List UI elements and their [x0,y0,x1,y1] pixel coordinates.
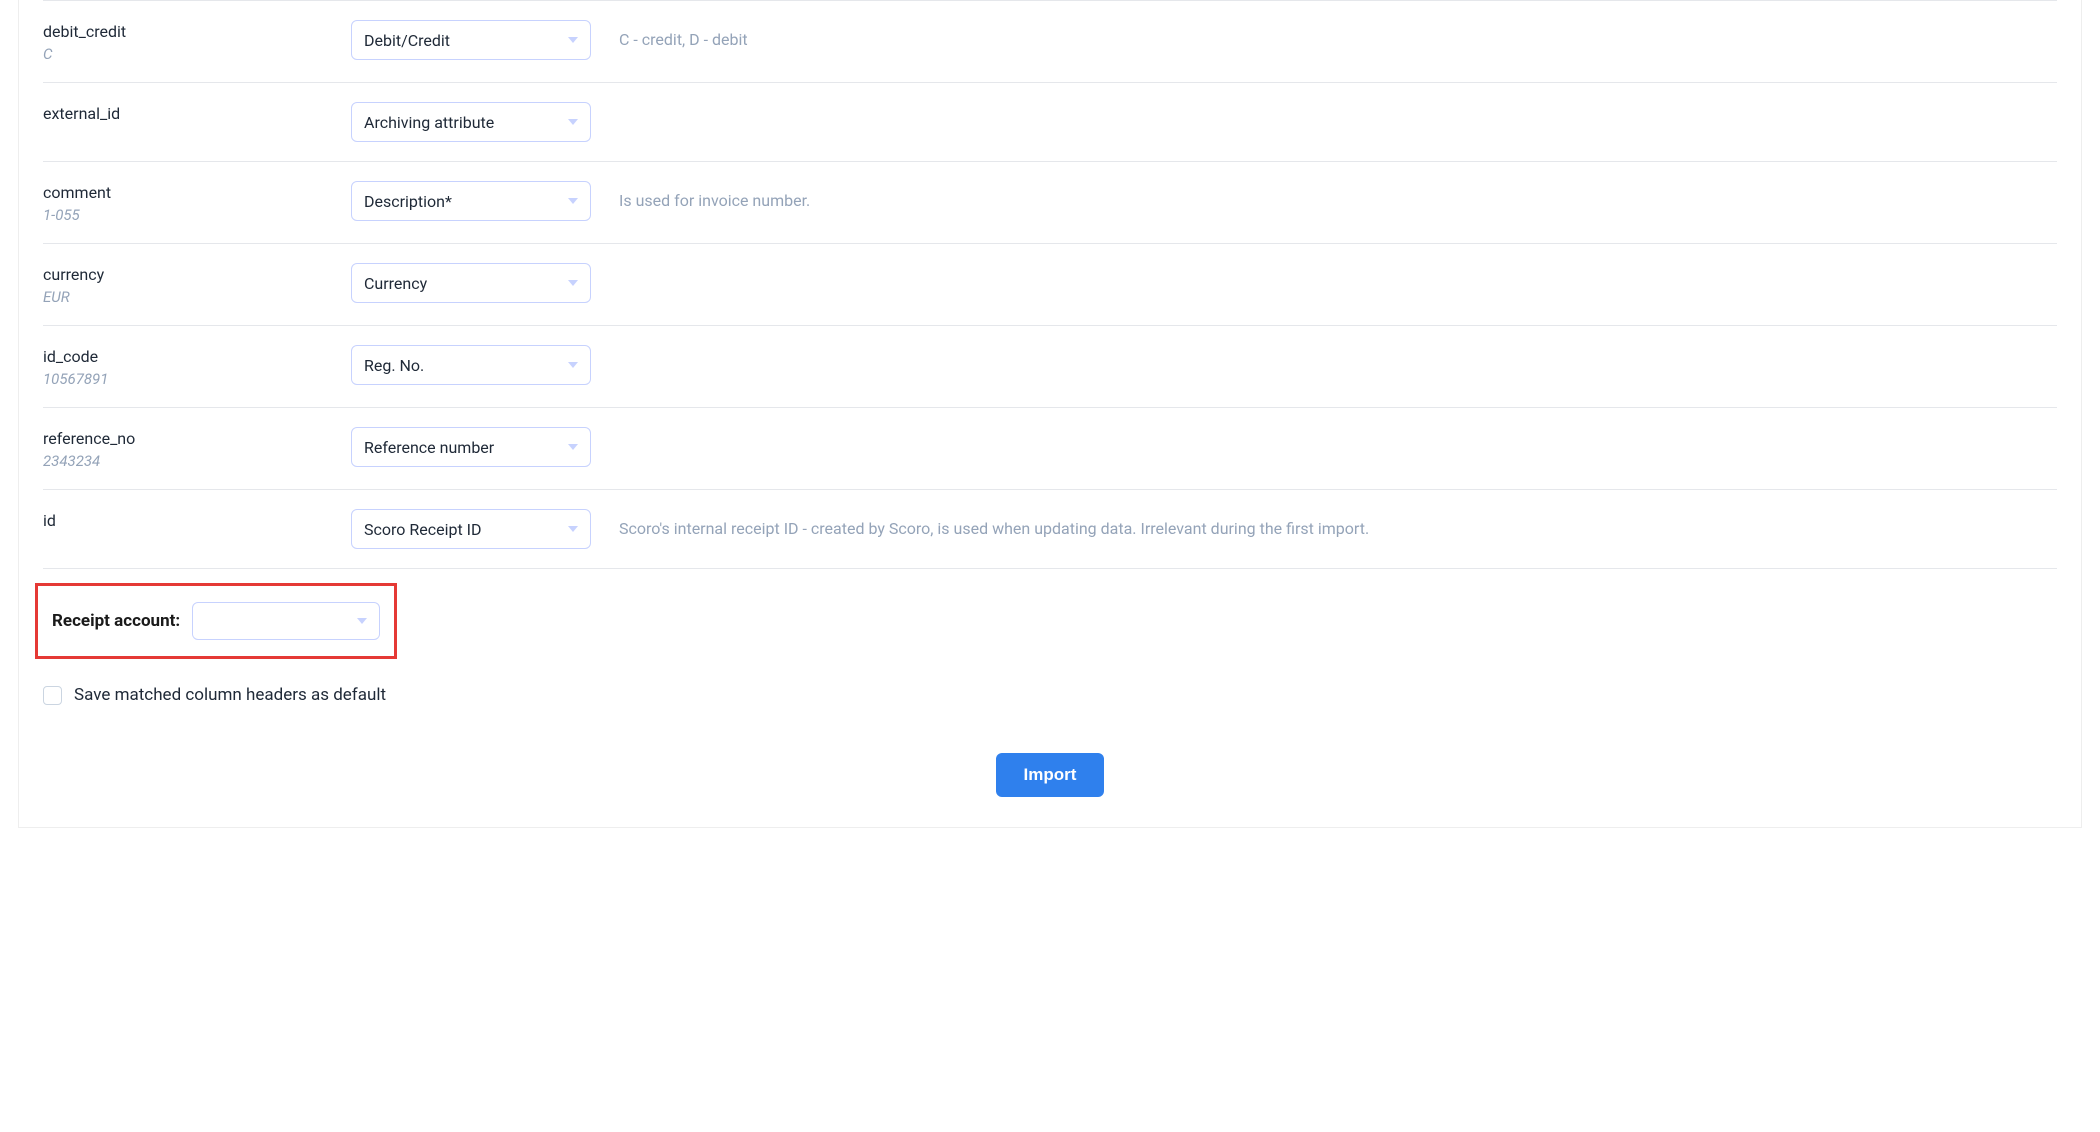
chevron-down-icon [568,362,578,368]
field-hint [619,427,2057,435]
field-hint: Is used for invoice number. [619,181,2057,213]
field-sample: 2343234 [43,452,323,470]
field-hint [619,263,2057,271]
row-id: id Scoro Receipt ID Scoro's internal rec… [43,490,2057,569]
field-label: debit_credit [43,22,323,41]
row-id-code: id_code 10567891 Reg. No. [43,326,2057,408]
field-sample: C [43,45,323,63]
button-row: Import [43,753,2057,797]
save-default-row: Save matched column headers as default [43,685,2057,705]
mapping-rows: debit_credit C Debit/Credit C - credit, … [43,0,2057,569]
row-reference-no: reference_no 2343234 Reference number [43,408,2057,490]
receipt-account-label: Receipt account: [52,611,180,631]
field-hint: C - credit, D - debit [619,20,2057,52]
mapping-panel: debit_credit C Debit/Credit C - credit, … [18,0,2082,828]
select-id-code[interactable]: Reg. No. [351,345,591,385]
field-label: id_code [43,347,323,366]
chevron-down-icon [568,119,578,125]
select-id[interactable]: Scoro Receipt ID [351,509,591,549]
select-external-id[interactable]: Archiving attribute [351,102,591,142]
chevron-down-icon [568,444,578,450]
field-hint [619,345,2057,353]
field-hint: Scoro's internal receipt ID - created by… [619,509,2057,541]
select-value: Archiving attribute [364,113,494,132]
chevron-down-icon [568,37,578,43]
row-comment: comment 1-055 Description* Is used for i… [43,162,2057,244]
select-value: Description* [364,192,452,211]
field-label: id [43,511,323,530]
save-default-label: Save matched column headers as default [74,685,386,705]
select-comment[interactable]: Description* [351,181,591,221]
field-sample: 1-055 [43,206,323,224]
select-currency[interactable]: Currency [351,263,591,303]
field-sample: 10567891 [43,370,323,388]
select-value: Reg. No. [364,356,424,375]
receipt-account-highlight: Receipt account: [35,583,397,659]
row-currency: currency EUR Currency [43,244,2057,326]
field-label: currency [43,265,323,284]
select-receipt-account[interactable] [192,602,380,640]
field-label: external_id [43,104,323,123]
chevron-down-icon [568,280,578,286]
chevron-down-icon [568,198,578,204]
chevron-down-icon [357,618,367,624]
import-button[interactable]: Import [996,753,1105,797]
row-debit-credit: debit_credit C Debit/Credit C - credit, … [43,1,2057,83]
field-hint [619,102,2057,110]
field-label: comment [43,183,323,202]
select-debit-credit[interactable]: Debit/Credit [351,20,591,60]
select-value: Currency [364,274,427,293]
select-value: Debit/Credit [364,31,450,50]
chevron-down-icon [568,526,578,532]
save-default-checkbox[interactable] [43,686,62,705]
select-value: Scoro Receipt ID [364,520,482,539]
row-external-id: external_id Archiving attribute [43,83,2057,162]
select-value: Reference number [364,438,494,457]
select-reference-no[interactable]: Reference number [351,427,591,467]
field-sample: EUR [43,288,323,306]
field-label: reference_no [43,429,323,448]
